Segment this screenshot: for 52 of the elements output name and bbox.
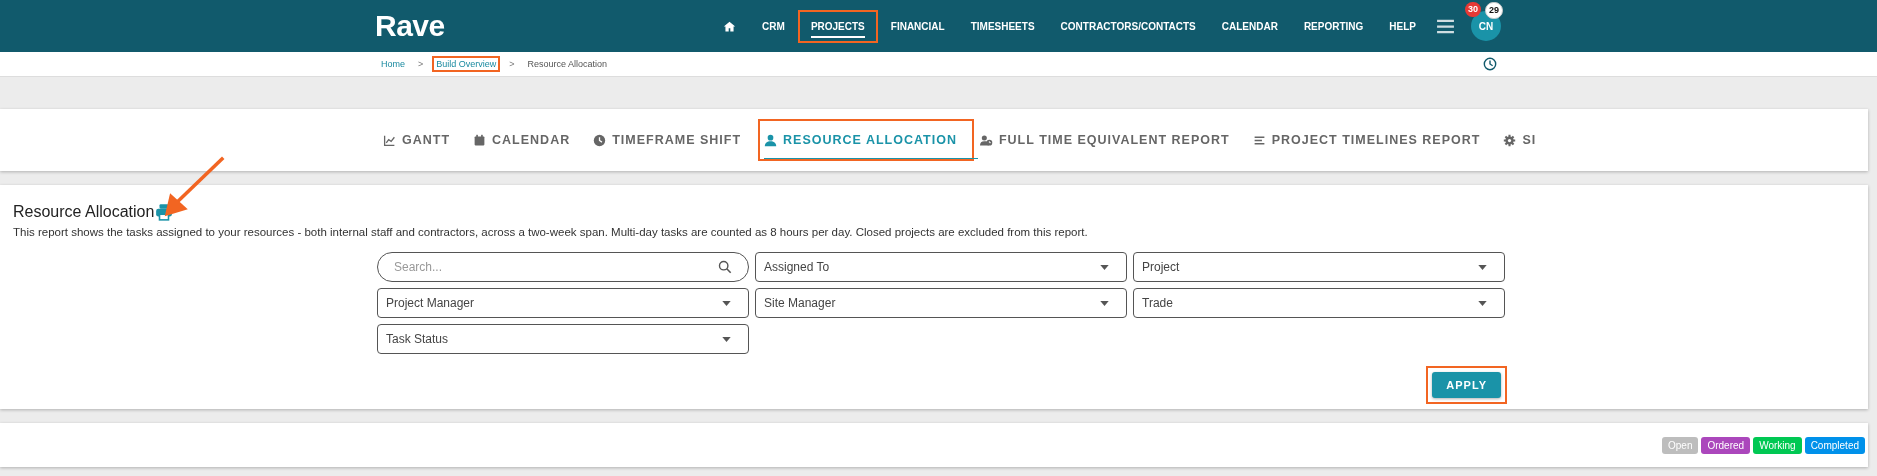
settings-icon (1503, 133, 1517, 147)
home-icon[interactable] (723, 19, 737, 33)
breadcrumb-link[interactable]: Home (381, 59, 405, 69)
nav-link[interactable]: CRM (756, 15, 791, 37)
breadcrumb-link[interactable]: Build Overview (436, 59, 497, 69)
notification-badge: 30 (1465, 2, 1481, 17)
dropdown-field[interactable]: Site Manager (755, 288, 1127, 318)
dropdown-field[interactable]: Project (1133, 252, 1505, 282)
tab[interactable]: FULL TIME EQUIVALENT REPORT (979, 125, 1241, 155)
dropdown-field[interactable]: Trade (1133, 288, 1505, 318)
clock-icon[interactable] (1483, 57, 1497, 71)
dropdown-field[interactable]: Project Manager (377, 288, 749, 318)
breadcrumb-separator: > (509, 59, 515, 69)
tab[interactable]: TIMEFRAME SHIFT (593, 125, 753, 155)
caret-icon (1100, 264, 1109, 270)
tab[interactable]: PROJECT TIMELINES REPORT (1252, 125, 1492, 155)
tab[interactable]: GANTT (383, 125, 462, 155)
clock-icon (593, 133, 607, 147)
apply-button[interactable]: APPLY (1432, 372, 1501, 398)
nav-link[interactable]: HELP (1383, 15, 1422, 37)
nav-link[interactable]: FINANCIAL (884, 15, 951, 37)
status-tag: Ordered (1701, 436, 1751, 454)
status-tag: Completed (1804, 436, 1865, 454)
report-title: Resource Allocation (13, 203, 155, 221)
person-clock-icon (979, 133, 993, 147)
menu-icon[interactable] (1437, 18, 1454, 34)
caret-icon (1100, 300, 1109, 306)
tab[interactable]: CALENDAR (473, 125, 582, 155)
caret-icon (722, 300, 731, 306)
nav-link[interactable]: TIMESHEETS (964, 15, 1041, 37)
caret-icon (722, 336, 731, 342)
search-field[interactable]: Search... (377, 252, 749, 282)
nav-link[interactable]: CALENDAR (1215, 15, 1284, 37)
person-icon (764, 133, 778, 147)
caret-icon (1478, 300, 1487, 306)
report-description: This report shows the tasks assigned to your resources - both internal staff and contractors, across a two-week span. Multi-day tasks are counted as 8 hours per day. Closed projects are excluded from this report. (12, 225, 1089, 238)
search-icon (718, 260, 732, 274)
nav-link[interactable]: REPORTING (1297, 15, 1370, 37)
caret-icon (1478, 264, 1487, 270)
calendar-icon (473, 133, 487, 147)
dropdown-field[interactable]: Task Status (377, 324, 749, 354)
dropdown-field[interactable]: Assigned To (755, 252, 1127, 282)
app-logo[interactable]: Rave (375, 9, 445, 43)
breadcrumb-separator: > (418, 59, 424, 69)
tab[interactable]: SI (1503, 125, 1548, 155)
status-tag: Working (1753, 436, 1802, 454)
status-tag: Open (1662, 436, 1699, 454)
notification-badge: 29 (1485, 2, 1503, 19)
line-chart-icon (383, 133, 396, 147)
nav-link[interactable]: CONTRACTORS/CONTACTS (1054, 15, 1202, 37)
breadcrumb-current: Resource Allocation (527, 59, 608, 69)
nav-link[interactable]: PROJECTS (804, 15, 871, 37)
